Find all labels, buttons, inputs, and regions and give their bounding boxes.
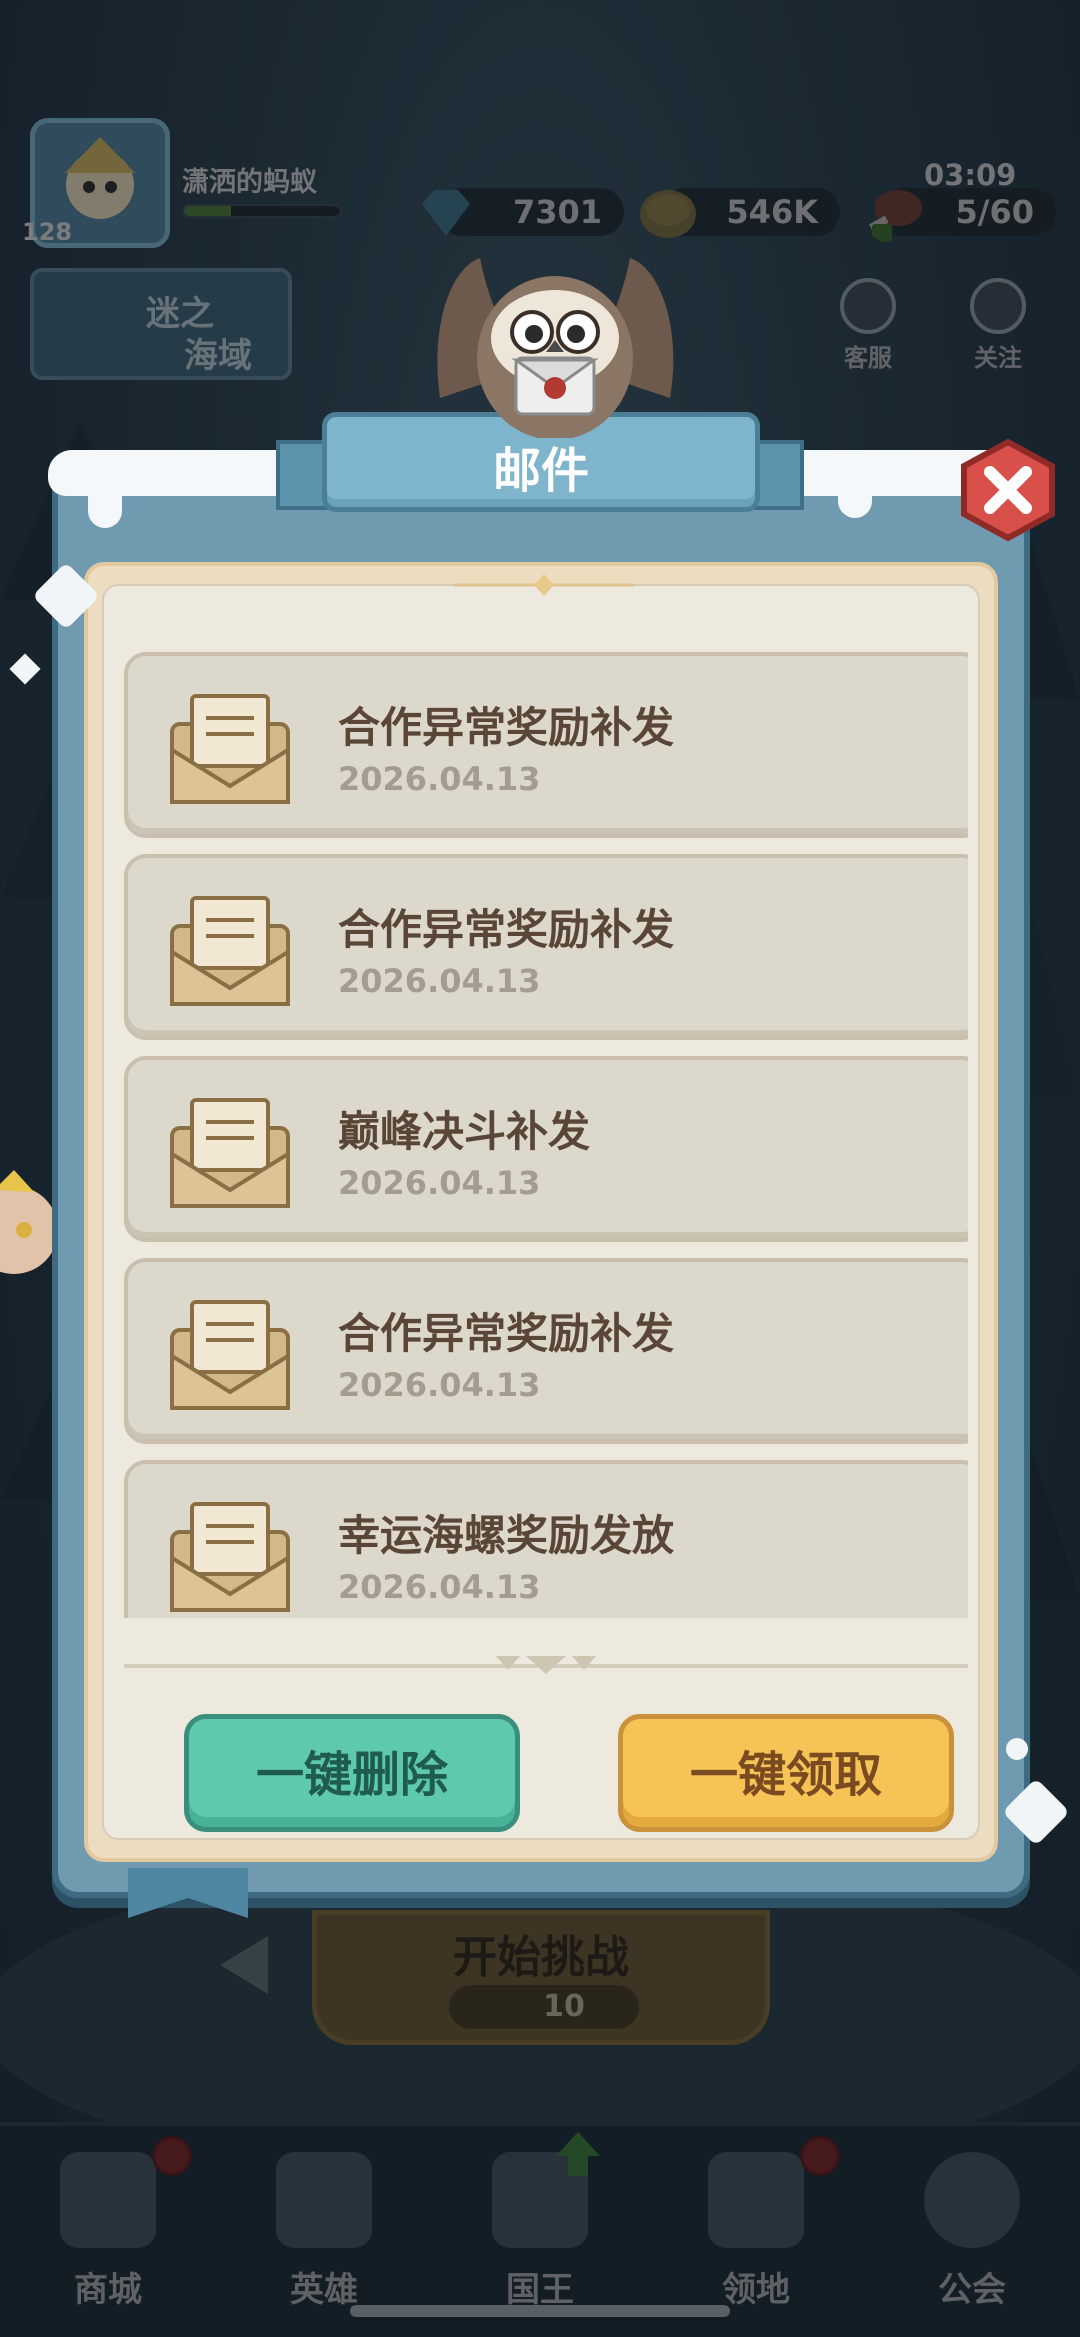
- mail-paper-panel: 合作异常奖励补发 2026.04.13 合作异常奖励补发 2026.04.13: [84, 562, 998, 1862]
- mail-title: 合作异常奖励补发: [338, 905, 675, 954]
- delete-all-button[interactable]: 一键删除: [184, 1714, 520, 1832]
- envelope-icon: [170, 1300, 290, 1410]
- mail-item[interactable]: 幸运海螺奖励发放 2026.04.13: [124, 1460, 968, 1618]
- mail-item[interactable]: 合作异常奖励补发 2026.04.13: [124, 1258, 968, 1444]
- ribbon-tail-icon: [128, 1868, 248, 1918]
- owl-mascot-icon: [437, 258, 674, 438]
- mail-item[interactable]: 合作异常奖励补发 2026.04.13: [124, 652, 968, 838]
- mail-date: 2026.04.13: [338, 1366, 541, 1404]
- mail-item[interactable]: 合作异常奖励补发 2026.04.13: [124, 854, 968, 1040]
- chevron-down-icon: [496, 1656, 596, 1674]
- mail-title: 幸运海螺奖励发放: [338, 1511, 675, 1560]
- mail-dialog: 合作异常奖励补发 2026.04.13 合作异常奖励补发 2026.04.13: [48, 450, 1046, 1918]
- envelope-icon: [170, 896, 290, 1006]
- snow-drip: [838, 480, 872, 518]
- mail-item[interactable]: 巅峰决斗补发 2026.04.13: [124, 1056, 968, 1242]
- mail-panel-inner: 合作异常奖励补发 2026.04.13 合作异常奖励补发 2026.04.13: [102, 574, 980, 1840]
- snow-drip: [88, 480, 122, 528]
- mail-date: 2026.04.13: [338, 962, 541, 1000]
- ornament-icon: [454, 574, 634, 596]
- claim-all-button[interactable]: 一键领取: [618, 1714, 954, 1832]
- mail-date: 2026.04.13: [338, 1164, 541, 1202]
- mail-title: 合作异常奖励补发: [338, 1309, 675, 1358]
- envelope-icon: [170, 1502, 290, 1612]
- mail-title: 巅峰决斗补发: [338, 1107, 591, 1156]
- envelope-icon: [170, 694, 290, 804]
- close-button[interactable]: [956, 438, 1060, 542]
- snow-decoration: [1006, 1738, 1028, 1760]
- mail-date: 2026.04.13: [338, 760, 541, 798]
- mail-list[interactable]: 合作异常奖励补发 2026.04.13 合作异常奖励补发 2026.04.13: [124, 652, 968, 1618]
- envelope-icon: [170, 1098, 290, 1208]
- mail-title: 合作异常奖励补发: [338, 703, 675, 752]
- dialog-title: 邮件: [492, 443, 589, 499]
- mail-date: 2026.04.13: [338, 1568, 541, 1606]
